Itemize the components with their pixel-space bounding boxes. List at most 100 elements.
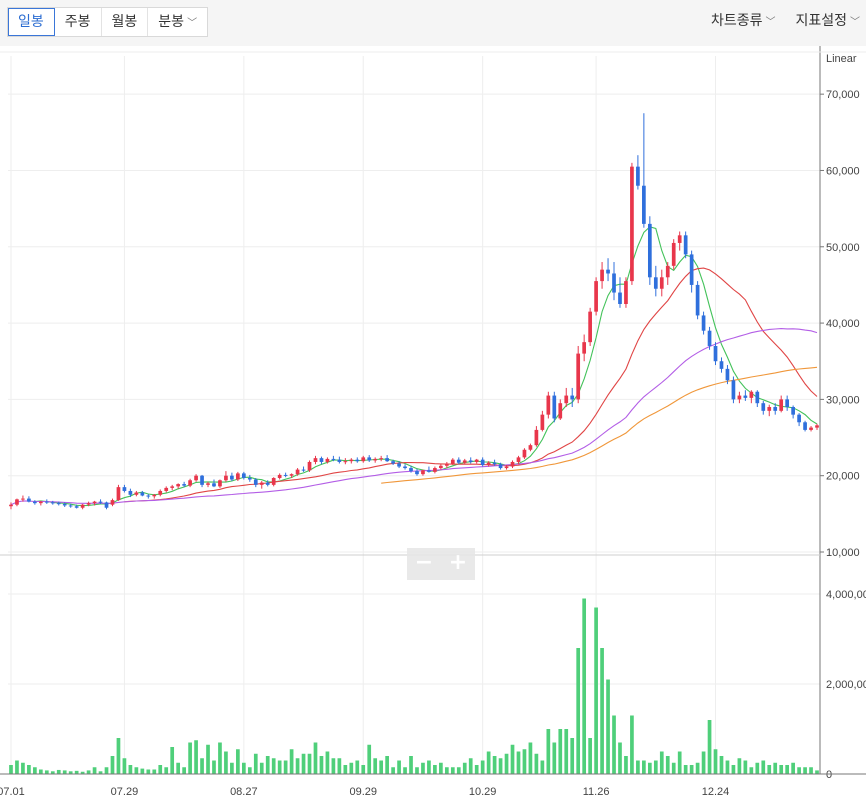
candle-up bbox=[516, 457, 521, 462]
candle-down bbox=[367, 457, 372, 461]
period-minute-dropdown[interactable]: 분봉 ﹀ bbox=[148, 8, 207, 36]
candle-up bbox=[474, 459, 479, 462]
volume-bar bbox=[588, 738, 592, 774]
candle-down bbox=[50, 502, 55, 504]
candle-down bbox=[68, 505, 73, 507]
date-label: 12.24 bbox=[702, 786, 730, 798]
date-label: 07.29 bbox=[111, 786, 139, 798]
candle-down bbox=[397, 463, 401, 467]
volume-bar bbox=[313, 742, 318, 774]
period-selector: 일봉 주봉 월봉 분봉 ﹀ bbox=[7, 7, 209, 37]
volume-bar bbox=[9, 765, 13, 774]
candle-down bbox=[683, 235, 688, 255]
volume-bar bbox=[755, 762, 760, 774]
candle-down bbox=[122, 487, 127, 491]
candlesticks bbox=[9, 113, 819, 510]
volume-bar bbox=[367, 744, 372, 774]
volume-bar bbox=[403, 767, 407, 774]
candle-down bbox=[104, 502, 109, 508]
volume-bar bbox=[558, 729, 563, 774]
candle-down bbox=[98, 501, 103, 503]
volume-bar bbox=[677, 751, 682, 774]
volume-bar bbox=[206, 744, 210, 774]
period-weekly-label: 주봉 bbox=[64, 14, 91, 30]
candle-down bbox=[146, 495, 151, 497]
candle-down bbox=[331, 458, 336, 460]
volume-bar bbox=[134, 767, 139, 774]
candle-up bbox=[534, 429, 539, 446]
candle-up bbox=[15, 499, 19, 505]
candle-down bbox=[552, 395, 557, 419]
candle-up bbox=[170, 486, 175, 488]
candle-up bbox=[379, 458, 384, 460]
candle-up bbox=[444, 463, 449, 466]
volume-bar bbox=[391, 767, 395, 774]
candle-down bbox=[403, 466, 407, 469]
volume-bar bbox=[140, 768, 145, 774]
volume-bar bbox=[636, 760, 640, 774]
candle-up bbox=[749, 391, 754, 398]
volume-bar bbox=[492, 756, 497, 774]
volume-bar bbox=[713, 749, 718, 774]
chart-canvas[interactable]: Linear 70,000 60,000 50,000 40,000 30,000 20,… bbox=[0, 46, 866, 802]
volume-bar bbox=[582, 598, 587, 774]
volume-bar bbox=[379, 760, 384, 774]
candle-up bbox=[349, 459, 354, 462]
volume-bar bbox=[33, 767, 37, 774]
volume-bar bbox=[271, 758, 276, 774]
candle-up bbox=[421, 470, 425, 475]
candle-up bbox=[259, 482, 264, 485]
candle-up bbox=[510, 461, 515, 467]
candle-up bbox=[546, 395, 551, 415]
period-weekly-button[interactable]: 주봉 bbox=[55, 8, 102, 36]
candle-up bbox=[588, 311, 592, 343]
volume-bar bbox=[522, 749, 527, 774]
date-label: 08.27 bbox=[230, 786, 258, 798]
volume-bar bbox=[433, 765, 437, 774]
candle-down bbox=[636, 166, 640, 186]
zoom-out-button[interactable]: − bbox=[407, 548, 441, 580]
volume-bar bbox=[176, 762, 181, 774]
volume-bar bbox=[427, 760, 431, 774]
candle-down bbox=[427, 470, 431, 472]
candle-down bbox=[456, 459, 461, 463]
scale-type-label[interactable]: Linear bbox=[826, 53, 857, 65]
candle-down bbox=[128, 490, 133, 495]
volume-bar bbox=[38, 769, 43, 774]
volume-bar bbox=[319, 756, 324, 774]
volume-bar bbox=[642, 760, 646, 774]
candle-up bbox=[630, 166, 634, 282]
candle-up bbox=[194, 475, 198, 481]
volume-bar bbox=[331, 758, 336, 774]
volume-bar bbox=[653, 760, 658, 774]
candle-down bbox=[785, 399, 790, 408]
candle-down bbox=[498, 464, 503, 469]
candle-down bbox=[74, 506, 79, 508]
volume-bar bbox=[486, 751, 491, 774]
price-tick-label: 60,000 bbox=[826, 165, 860, 177]
period-monthly-button[interactable]: 월봉 bbox=[102, 8, 149, 36]
zoom-in-button[interactable]: + bbox=[441, 548, 475, 580]
volume-bar bbox=[259, 762, 264, 774]
volume-bar bbox=[552, 742, 557, 774]
volume-bar bbox=[236, 749, 240, 774]
period-daily-button[interactable]: 일봉 bbox=[8, 8, 55, 36]
volume-bar bbox=[158, 765, 163, 774]
volume-bar bbox=[92, 767, 97, 774]
indicator-settings-dropdown[interactable]: 지표설정 ﹀ bbox=[795, 7, 860, 35]
volume-bar bbox=[116, 738, 121, 774]
candle-up bbox=[809, 427, 813, 430]
volume-bar bbox=[373, 758, 378, 774]
stock-chart[interactable]: Linear 70,000 60,000 50,000 40,000 30,000 20,… bbox=[0, 46, 866, 802]
volume-bar bbox=[785, 765, 790, 774]
candle-up bbox=[295, 469, 300, 475]
chevron-down-icon: ﹀ bbox=[187, 18, 198, 29]
chart-type-dropdown[interactable]: 차트종류 ﹀ bbox=[711, 7, 776, 35]
candle-up bbox=[594, 281, 598, 312]
volume-bar bbox=[731, 765, 736, 774]
zoom-controls: − + bbox=[407, 548, 475, 580]
candle-up bbox=[576, 353, 581, 400]
candle-down bbox=[182, 484, 186, 486]
candle-down bbox=[409, 468, 413, 472]
volume-bar bbox=[307, 753, 312, 774]
